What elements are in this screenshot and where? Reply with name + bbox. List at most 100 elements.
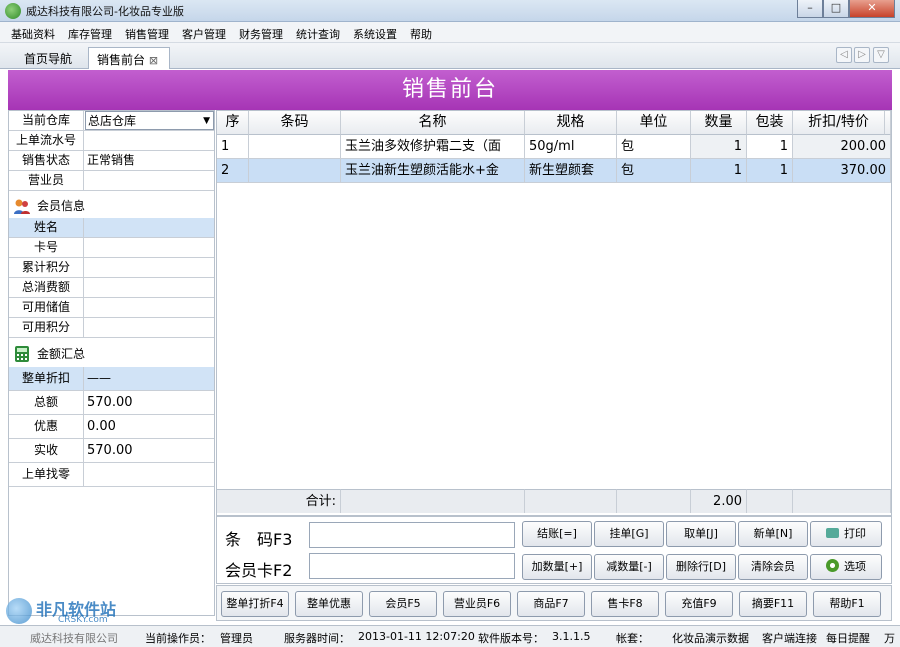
- status-client: 客户端连接: [762, 632, 817, 645]
- sale-status-label: 销售状态: [9, 151, 84, 171]
- decrease-qty-button[interactable]: 减数量[-]: [594, 554, 664, 580]
- help-button[interactable]: 帮助F1: [813, 591, 881, 617]
- clerk-value[interactable]: [85, 171, 214, 190]
- favor-row: 优惠 0.00: [9, 415, 214, 439]
- table-cell[interactable]: 200.00: [793, 135, 891, 159]
- table-cell[interactable]: 1: [691, 135, 747, 159]
- barcode-input[interactable]: [309, 522, 515, 548]
- table-cell[interactable]: 2: [217, 159, 249, 183]
- menu-sales[interactable]: 销售管理: [125, 26, 169, 42]
- page-banner: 销售前台: [8, 70, 892, 110]
- clerk-row: 营业员: [9, 171, 214, 191]
- total-row: 总额 570.00: [9, 391, 214, 415]
- whole-favor-button[interactable]: 整单优惠: [295, 591, 363, 617]
- member-name-value[interactable]: [85, 218, 214, 237]
- tab-sales-counter[interactable]: 销售前台 ⊠: [88, 47, 170, 69]
- member-button[interactable]: 会员F5: [369, 591, 437, 617]
- table-cell[interactable]: 包: [617, 135, 691, 159]
- status-server-time-label: 服务器时间：: [284, 632, 350, 645]
- column-header-pack[interactable]: 包装: [747, 111, 793, 135]
- table-cell[interactable]: 新生塑颜套: [525, 159, 617, 183]
- member-balance-row: 可用储值: [9, 298, 214, 318]
- column-header-spec[interactable]: 规格: [525, 111, 617, 135]
- window-title: 威达科技有限公司-化妆品专业版: [26, 5, 184, 18]
- last-serial-label: 上单流水号: [9, 131, 84, 151]
- column-header-qty[interactable]: 数量: [691, 111, 747, 135]
- minimize-button[interactable]: –: [797, 0, 823, 18]
- close-button[interactable]: ✕: [849, 0, 895, 18]
- sale-status-row: 销售状态 正常销售: [9, 151, 214, 171]
- recharge-button[interactable]: 充值F9: [665, 591, 733, 617]
- tab-home[interactable]: 首页导航: [16, 47, 80, 69]
- delete-row-button[interactable]: 删除行[D]: [666, 554, 736, 580]
- checkout-button[interactable]: 结账[=]: [522, 521, 592, 547]
- left-info-panel: 当前仓库 总店仓库 ▼ 上单流水号 销售状态 正常销售 营业员 会员信息 姓名 卡…: [8, 110, 215, 616]
- amount-summary-header: 金额汇总: [9, 342, 214, 366]
- table-cell[interactable]: [249, 159, 341, 183]
- table-cell[interactable]: 1: [217, 135, 249, 159]
- table-cell[interactable]: 玉兰油多效修护霜二支（面: [341, 135, 525, 159]
- tab-bar: 首页导航 销售前台 ⊠: [0, 43, 900, 69]
- menu-finance[interactable]: 财务管理: [239, 26, 283, 42]
- clerk-button[interactable]: 营业员F6: [443, 591, 511, 617]
- menu-settings[interactable]: 系统设置: [353, 26, 397, 42]
- table-cell[interactable]: 50g/ml: [525, 135, 617, 159]
- member-spend-row: 总消费额: [9, 278, 214, 298]
- tab-close-icon[interactable]: ⊠: [149, 54, 158, 67]
- received-row: 实收 570.00: [9, 439, 214, 463]
- member-points-row: 累计积分: [9, 258, 214, 278]
- print-button[interactable]: 打印: [810, 521, 882, 547]
- menu-customers[interactable]: 客户管理: [182, 26, 226, 42]
- clear-member-button[interactable]: 清除会员: [738, 554, 808, 580]
- discount-value[interactable]: ——: [85, 367, 214, 390]
- tab-back-icon[interactable]: ◁: [836, 47, 852, 63]
- total-value: 570.00: [87, 395, 133, 410]
- status-operator-label: 当前操作员：: [145, 632, 211, 645]
- hold-order-button[interactable]: 挂单[G]: [594, 521, 664, 547]
- member-card-input[interactable]: [309, 553, 515, 579]
- received-value: 570.00: [87, 443, 133, 458]
- table-cell[interactable]: 包: [617, 159, 691, 183]
- table-cell[interactable]: 玉兰油新生塑颜活能水+金: [341, 159, 525, 183]
- product-button[interactable]: 商品F7: [517, 591, 585, 617]
- warehouse-select[interactable]: 总店仓库 ▼: [85, 111, 214, 130]
- options-button[interactable]: 选项: [810, 554, 882, 580]
- tab-list-icon[interactable]: ▽: [873, 47, 889, 63]
- column-header-unit[interactable]: 单位: [617, 111, 691, 135]
- total-label-cell: 合计:: [217, 489, 341, 513]
- member-info-header: 会员信息: [9, 194, 214, 218]
- status-server-time: 2013-01-11 12:07:20: [358, 630, 475, 643]
- member-card-label: 卡号: [9, 238, 84, 258]
- whole-discount-button[interactable]: 整单打折F4: [221, 591, 289, 617]
- column-header-seq[interactable]: 序: [217, 111, 249, 135]
- total-cell-empty: [793, 489, 891, 513]
- sell-card-button[interactable]: 售卡F8: [591, 591, 659, 617]
- menu-basic-data[interactable]: 基础资料: [11, 26, 55, 42]
- column-header-name[interactable]: 名称: [341, 111, 525, 135]
- sale-status-value: 正常销售: [87, 153, 136, 167]
- table-cell[interactable]: [249, 135, 341, 159]
- status-set: 化妆品演示数据: [672, 632, 749, 645]
- menu-help[interactable]: 帮助: [410, 26, 432, 42]
- maximize-button[interactable]: □: [823, 0, 849, 18]
- total-cell-empty: [747, 489, 793, 513]
- table-cell[interactable]: 1: [747, 159, 793, 183]
- retrieve-order-button[interactable]: 取单[J]: [666, 521, 736, 547]
- status-reminder[interactable]: 每日提醒: [826, 630, 870, 646]
- last-serial-value: [85, 131, 214, 150]
- increase-qty-button[interactable]: 加数量[+]: [522, 554, 592, 580]
- column-header-barcode[interactable]: 条码: [249, 111, 341, 135]
- menu-statistics[interactable]: 统计查询: [296, 26, 340, 42]
- new-order-button[interactable]: 新单[N]: [738, 521, 808, 547]
- summary-button[interactable]: 摘要F11: [739, 591, 807, 617]
- table-cell[interactable]: 1: [747, 135, 793, 159]
- member-points-value: [85, 258, 214, 277]
- tab-forward-icon[interactable]: ▷: [854, 47, 870, 63]
- watermark-logo: 非凡软件站 CRSKY.com: [6, 596, 156, 626]
- menu-inventory[interactable]: 库存管理: [68, 26, 112, 42]
- column-header-discount[interactable]: 折扣/特价: [793, 111, 885, 135]
- table-cell[interactable]: 370.00: [793, 159, 891, 183]
- clerk-label: 营业员: [9, 171, 84, 191]
- table-cell[interactable]: 1: [691, 159, 747, 183]
- barcode-label: 条 码F3: [225, 530, 293, 549]
